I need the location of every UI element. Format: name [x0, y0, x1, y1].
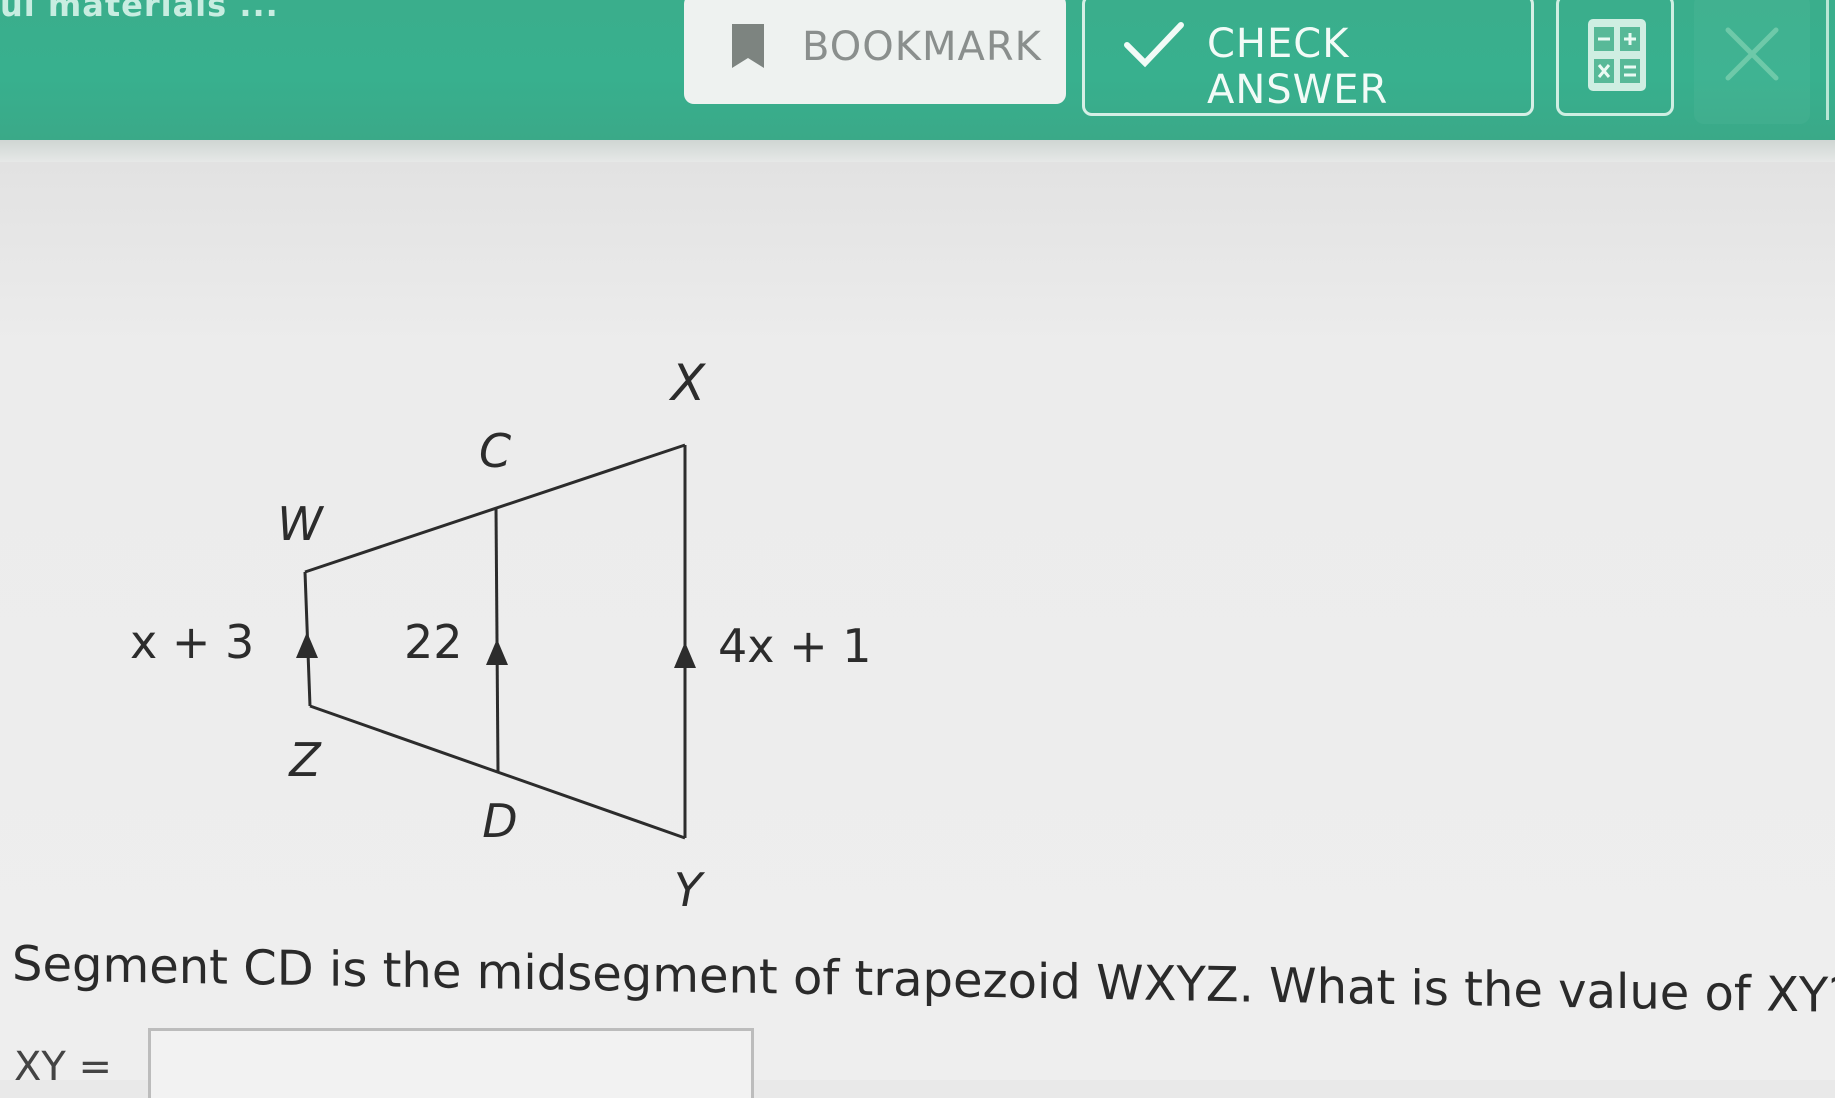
- close-button[interactable]: [1694, 0, 1810, 124]
- vertex-label-y: Y: [674, 863, 706, 917]
- trapezoid-diagram: X C W Z D Y x + 3 22 4x + 1: [130, 354, 872, 917]
- vertex-label-c: C: [479, 424, 511, 478]
- bookmark-label: BOOKMARK: [802, 24, 1042, 70]
- parallel-mark-cd: [486, 639, 508, 665]
- calculator-icon: [1586, 17, 1648, 97]
- header-shadow: [0, 140, 1835, 162]
- vertex-label-d: D: [482, 794, 517, 848]
- checkmark-icon: [1123, 19, 1185, 79]
- length-label-xy: 4x + 1: [718, 619, 872, 673]
- vertex-label-w: W: [277, 497, 324, 551]
- vertex-label-z: Z: [287, 733, 322, 787]
- length-label-wz: x + 3: [130, 615, 254, 669]
- question-text: Segment CD is the midsegment of trapezoi…: [12, 935, 1835, 1025]
- check-answer-button[interactable]: CHECK ANSWER: [1082, 0, 1534, 116]
- calculator-button[interactable]: [1556, 0, 1674, 116]
- bookmark-button[interactable]: BOOKMARK: [684, 0, 1066, 104]
- brand-text: ui materials ...: [0, 0, 279, 24]
- scroll-edge: [1826, 0, 1835, 120]
- bookmark-icon: [728, 20, 768, 82]
- answer-label: XY =: [14, 1044, 113, 1090]
- question-panel: X C W Z D Y x + 3 22 4x + 1 Segment CD i…: [0, 162, 1835, 1098]
- length-label-cd: 22: [404, 615, 463, 669]
- parallel-mark-wz: [296, 632, 318, 658]
- parallel-mark-xy: [674, 642, 696, 668]
- answer-input[interactable]: [148, 1028, 754, 1098]
- check-answer-label: CHECK ANSWER: [1207, 21, 1389, 113]
- close-icon: [1722, 24, 1782, 88]
- vertex-label-x: X: [668, 354, 707, 412]
- header-bar: ui materials ... BOOKMARK CHECK ANSWER: [0, 0, 1835, 140]
